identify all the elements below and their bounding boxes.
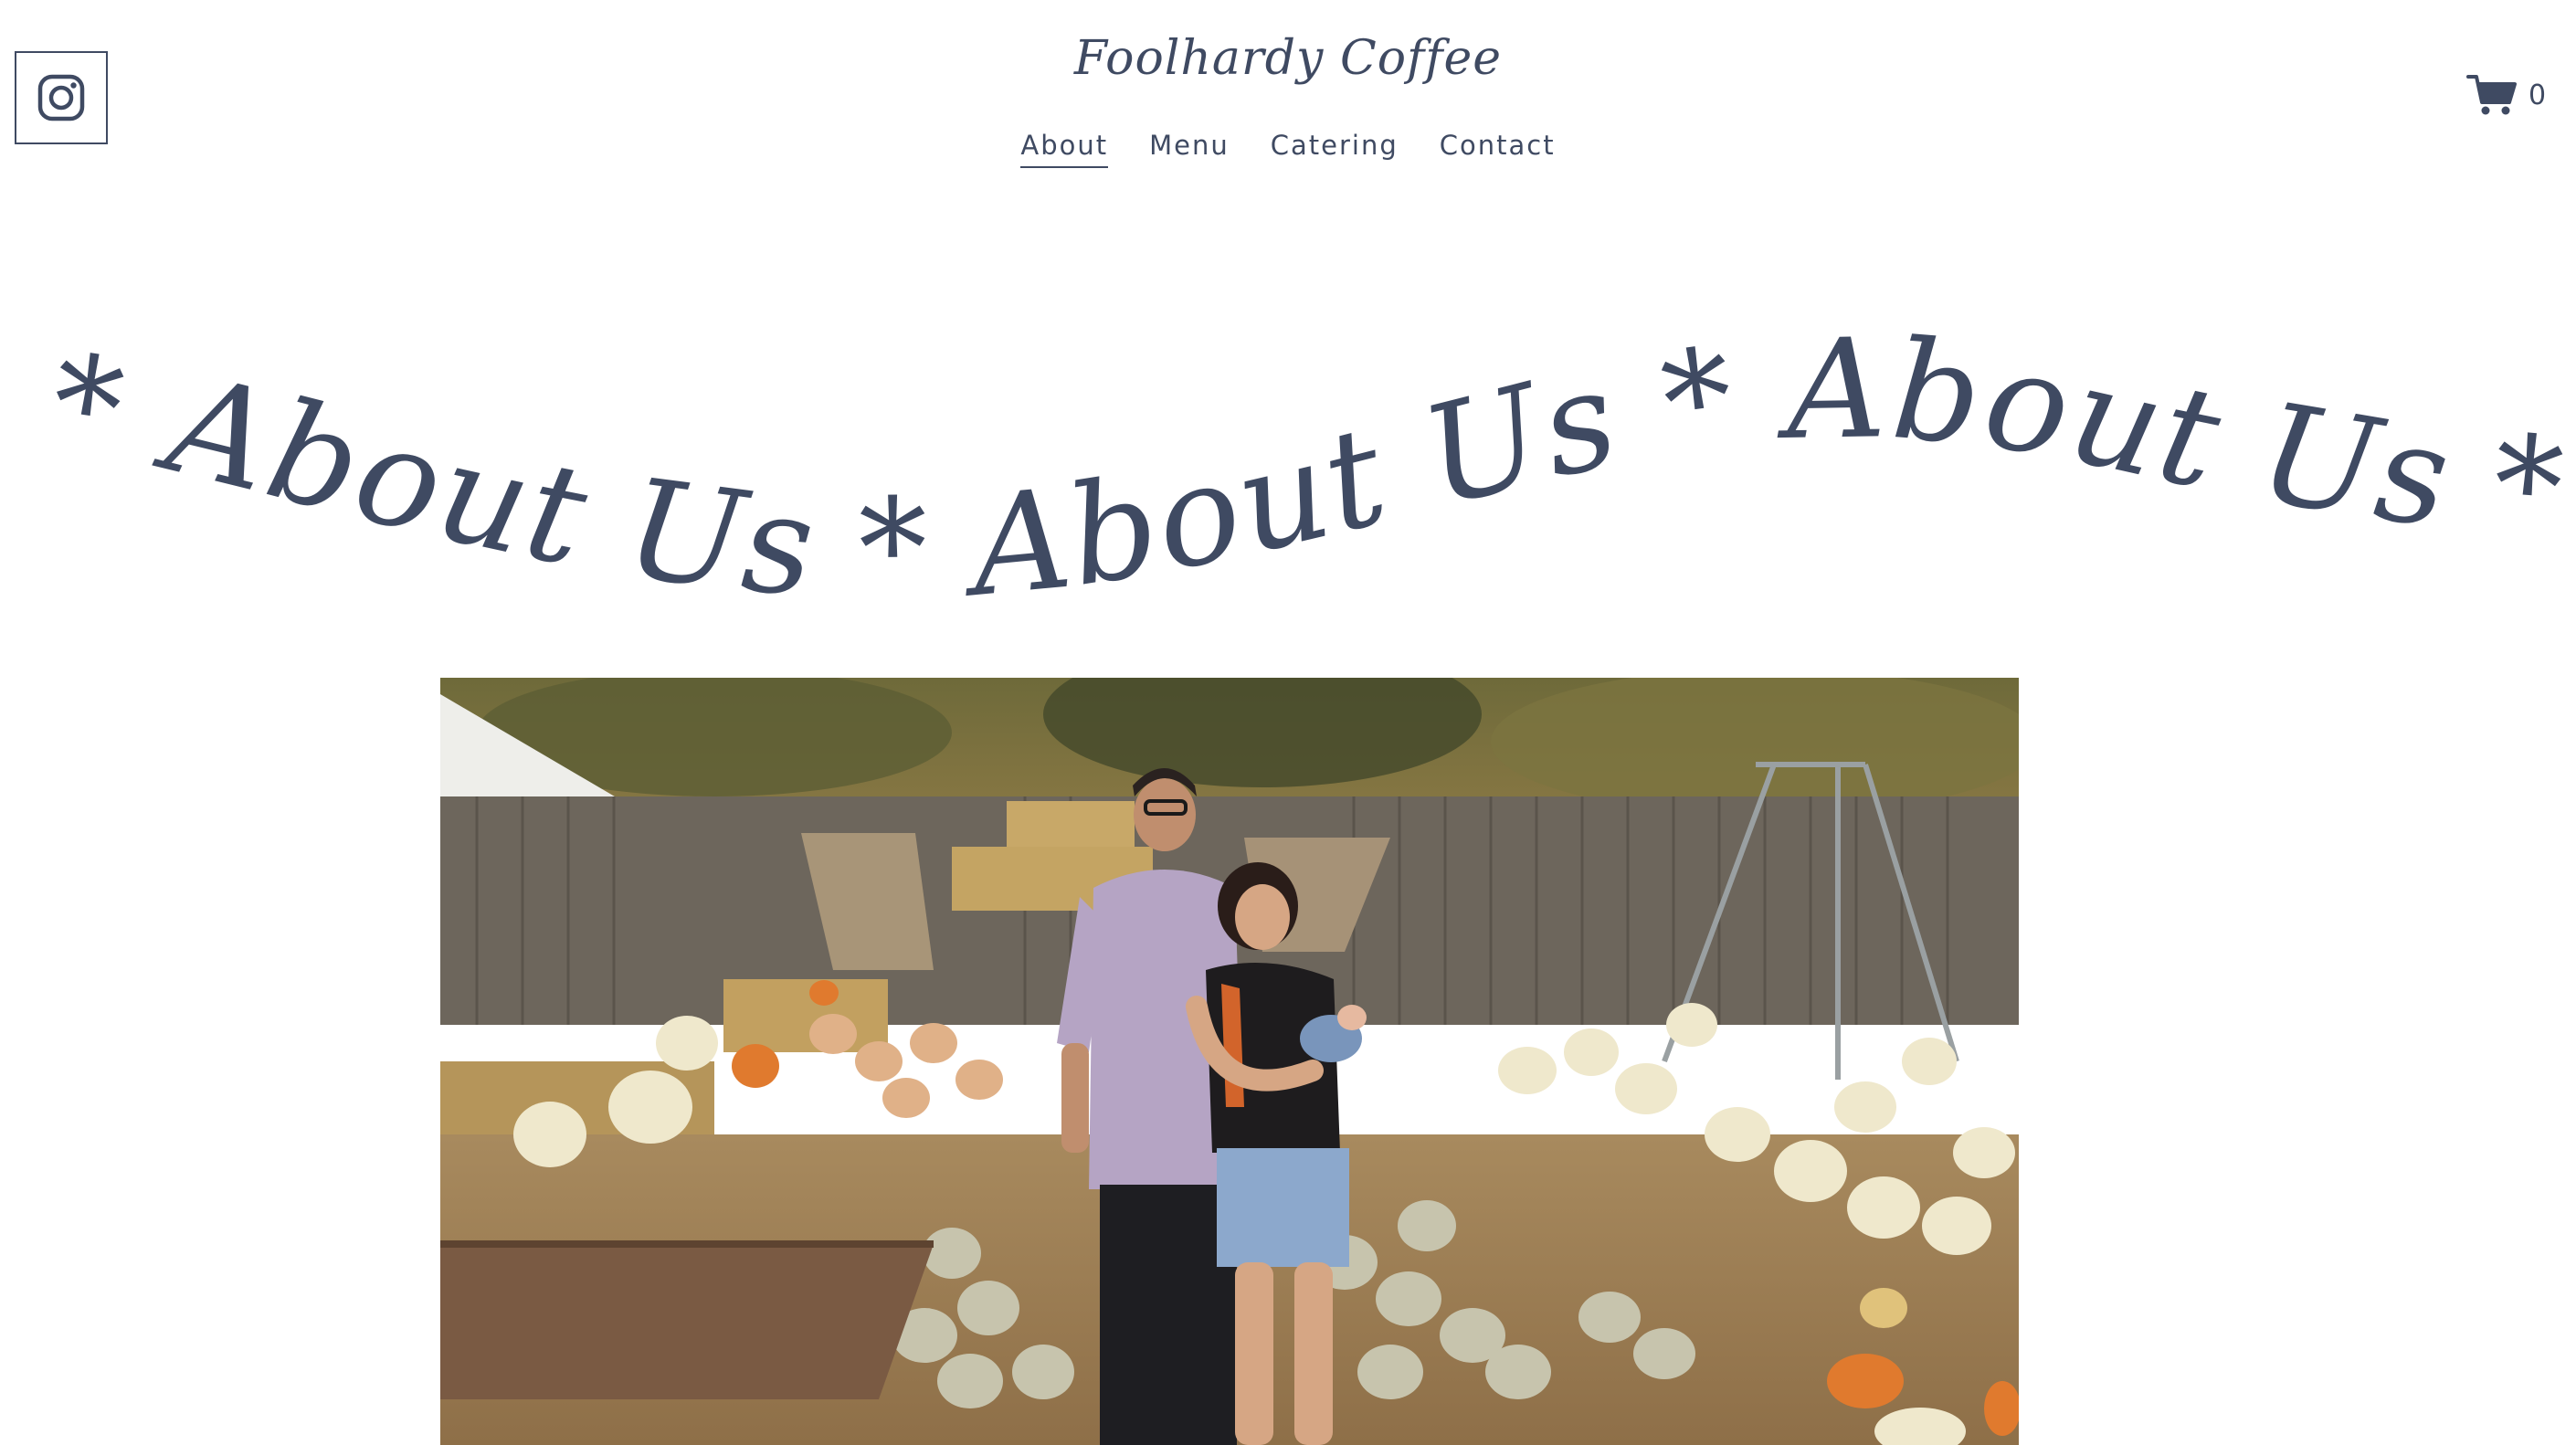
marquee-text: About Us * About Us * About Us * About U… xyxy=(0,329,2576,629)
photo-illustration xyxy=(440,678,2019,1445)
about-us-marquee: About Us * About Us * About Us * About U… xyxy=(0,329,2576,630)
nav-item-about[interactable]: About xyxy=(1020,130,1109,168)
nav-item-catering[interactable]: Catering xyxy=(1271,130,1399,168)
cart-count: 0 xyxy=(2528,79,2547,111)
site-title[interactable]: Foolhardy Coffee xyxy=(0,31,2576,86)
cart-icon xyxy=(2466,75,2517,115)
cart-button[interactable]: 0 xyxy=(2466,73,2546,117)
marquee-textpath: About Us * About Us * About Us * About U… xyxy=(0,329,2576,629)
nav-item-contact[interactable]: Contact xyxy=(1440,130,1556,168)
site-header: Foolhardy Coffee About Menu Catering Con… xyxy=(0,0,2576,201)
main-nav: About Menu Catering Contact xyxy=(0,130,2576,168)
marquee-svg: About Us * About Us * About Us * About U… xyxy=(0,329,2576,629)
about-photo xyxy=(440,678,2019,1445)
nav-item-menu[interactable]: Menu xyxy=(1149,130,1230,168)
